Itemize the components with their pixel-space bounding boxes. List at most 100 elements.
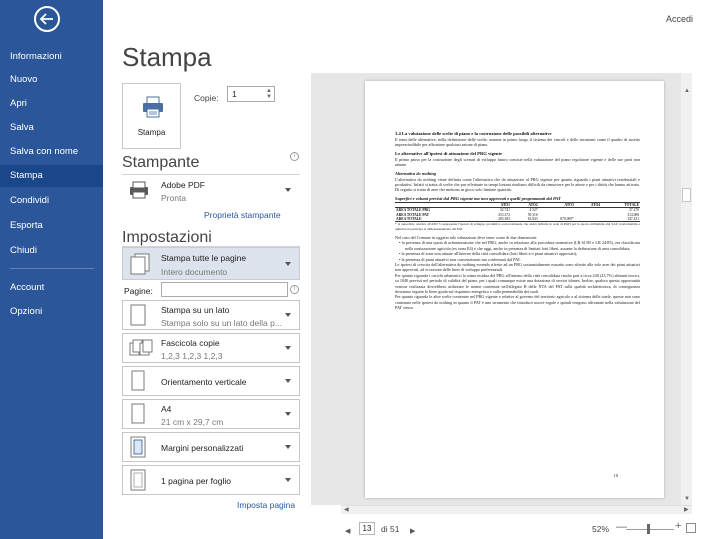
sidebar-item-opzioni[interactable]: Opzioni xyxy=(0,301,103,323)
sidebar-item-condividi[interactable]: Condividi xyxy=(0,190,103,212)
chevron-down-icon[interactable]: ▼ xyxy=(266,94,272,100)
zoom-out-icon[interactable]: — xyxy=(616,521,627,533)
zoom-to-page-icon[interactable] xyxy=(686,523,696,533)
preview-paragraph: Il primo passo per la costruzione degli … xyxy=(395,156,640,168)
print-backstage: Informazioni Nuovo Apri Salva Salva con … xyxy=(0,0,702,539)
printer-icon xyxy=(143,96,163,118)
sides-subtitle: Stampa solo su un lato della p... xyxy=(161,318,282,328)
paper-size-icon xyxy=(131,403,145,424)
printer-section-title: Stampante xyxy=(122,154,200,171)
sign-in-link[interactable]: Accedi xyxy=(666,14,693,24)
chevron-down-icon xyxy=(285,313,291,317)
previous-page-icon[interactable]: ◀ xyxy=(345,527,350,535)
back-button[interactable] xyxy=(34,6,60,32)
info-icon[interactable]: i xyxy=(290,152,299,161)
table-cell xyxy=(575,217,601,222)
info-icon[interactable]: i xyxy=(290,285,299,294)
sidebar-item-account[interactable]: Account xyxy=(0,277,103,299)
chevron-down-icon xyxy=(285,346,291,350)
vertical-scroll-thumb[interactable] xyxy=(682,188,691,202)
zoom-percent[interactable]: 52% xyxy=(592,524,609,534)
zoom-slider-thumb[interactable] xyxy=(647,524,650,534)
collate-icon xyxy=(129,339,153,356)
sidebar-divider xyxy=(10,268,94,269)
current-page-input[interactable]: 13 xyxy=(359,522,375,535)
sidebar-item-chiudi[interactable]: Chiudi xyxy=(0,240,103,262)
next-page-icon[interactable]: ▶ xyxy=(410,527,415,535)
table-cell: 347.431 xyxy=(627,217,639,222)
pages-input[interactable] xyxy=(161,282,288,297)
preview-bullet-text: la presenza di una quota di urbanizzazio… xyxy=(401,240,640,251)
scroll-up-icon[interactable]: ▲ xyxy=(684,88,690,94)
preview-paragraph: Il tema delle alternative, nella definiz… xyxy=(395,137,640,148)
backstage-sidebar: Informazioni Nuovo Apri Salva Salva con … xyxy=(0,0,103,539)
sides-dropdown[interactable]: Stampa su un lato Stampa solo su un lato… xyxy=(122,300,300,330)
preview-table-caption: Superfici e volumi previsti dal PRG vige… xyxy=(395,196,640,203)
scroll-down-icon[interactable]: ▼ xyxy=(684,496,690,502)
zoom-slider[interactable] xyxy=(626,529,674,530)
table-cell: 870.000* xyxy=(560,217,574,222)
printer-dropdown[interactable]: Adobe PDF Pronta xyxy=(122,176,300,204)
print-button[interactable]: Stampa xyxy=(122,83,181,149)
print-range-subtitle: Intero documento xyxy=(161,267,228,277)
collate-dropdown[interactable]: Fascicola copie 1,2,3 1,2,3 1,2,3 xyxy=(122,333,300,363)
section-divider xyxy=(122,174,300,175)
copies-stepper[interactable]: 1 ▲ ▼ xyxy=(227,86,275,102)
pages-per-sheet-icon xyxy=(130,469,146,491)
preview-page-body: 3.4 La valutazione delle scelte di piano… xyxy=(395,131,640,311)
margins-dropdown[interactable]: Margini personalizzati xyxy=(122,432,300,462)
preview-page: 3.4 La valutazione delle scelte di piano… xyxy=(365,81,664,498)
print-range-dropdown[interactable]: Stampa tutte le pagine Intero documento xyxy=(122,247,300,280)
printer-status: Pronta xyxy=(161,193,187,203)
scroll-left-icon[interactable]: ◀ xyxy=(344,506,349,513)
orientation-dropdown[interactable]: Orientamento verticale xyxy=(122,366,300,396)
copies-value: 1 xyxy=(232,89,237,99)
vertical-scrollbar[interactable] xyxy=(681,73,692,505)
pages-label: Pagine: xyxy=(124,286,153,296)
copies-spinner[interactable]: ▲ ▼ xyxy=(266,88,272,100)
preview-table: ATO1 ATO2 ATO3 ATO4 TOTALE AREA TOTALE P… xyxy=(395,202,640,223)
preview-paragraph: Per quanto riguarda i carichi urbanistic… xyxy=(395,272,640,294)
table-cell: 283.383 xyxy=(498,217,510,222)
pages-per-sheet-title: 1 pagina per foglio xyxy=(161,476,231,486)
preview-paragraph: Le ipotesi di crescita dell'alternativa … xyxy=(395,261,640,273)
sidebar-item-salva-con-nome[interactable]: Salva con nome xyxy=(0,141,103,163)
scroll-right-icon[interactable]: ▶ xyxy=(684,506,689,513)
table-row: AREA TOTALE 283.383 63.843 870.000* 347.… xyxy=(395,217,640,222)
paper-size-dropdown[interactable]: A4 21 cm x 29,7 cm xyxy=(122,399,300,429)
sidebar-item-stampa[interactable]: Stampa xyxy=(0,165,103,187)
sidebar-item-informazioni[interactable]: Informazioni xyxy=(0,46,103,68)
page-title: Stampa xyxy=(122,42,212,72)
pages-per-sheet-dropdown[interactable]: 1 pagina per foglio xyxy=(122,465,300,495)
table-cell: AREA TOTALE xyxy=(396,217,422,222)
printer-device-icon xyxy=(130,181,148,199)
settings-section-title: Impostazioni xyxy=(122,229,212,246)
sidebar-item-nuovo[interactable]: Nuovo xyxy=(0,69,103,91)
orientation-title: Orientamento verticale xyxy=(161,377,247,387)
margins-icon xyxy=(130,436,146,458)
print-button-label: Stampa xyxy=(137,128,166,137)
horizontal-scrollbar[interactable] xyxy=(341,505,692,514)
preview-bullet-text: la presenza di piani attuativi non conve… xyxy=(401,256,521,262)
copies-label: Copie: xyxy=(194,93,219,103)
paper-size-title: A4 xyxy=(161,404,172,414)
chevron-down-icon xyxy=(285,445,291,449)
collate-title: Fascicola copie xyxy=(161,338,220,348)
pages-icon xyxy=(130,253,150,274)
sides-title: Stampa su un lato xyxy=(161,305,230,315)
printer-properties-link[interactable]: Proprietà stampante xyxy=(204,210,281,220)
table-cell: 63.843 xyxy=(527,217,538,222)
zoom-in-icon[interactable]: + xyxy=(675,520,681,532)
chevron-down-icon xyxy=(285,478,291,482)
page-setup-link[interactable]: Imposta pagina xyxy=(237,500,295,510)
print-range-title: Stampa tutte le pagine xyxy=(161,253,247,263)
sidebar-item-apri[interactable]: Apri xyxy=(0,93,103,115)
chevron-down-icon xyxy=(285,261,291,266)
sidebar-item-salva[interactable]: Salva xyxy=(0,117,103,139)
chevron-down-icon xyxy=(285,412,291,416)
sidebar-item-esporta[interactable]: Esporta xyxy=(0,215,103,237)
printer-name: Adobe PDF xyxy=(161,180,205,190)
back-arrow-icon xyxy=(40,13,53,25)
preview-paragraph: L'alternativa do nothing viene definita … xyxy=(395,176,640,193)
chevron-down-icon xyxy=(285,188,291,192)
